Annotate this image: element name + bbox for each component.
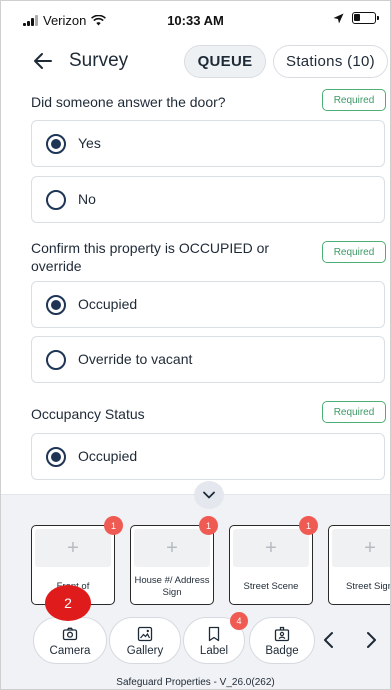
overlay-count-badge: 2 xyxy=(45,585,91,621)
option-label: Occupied xyxy=(78,448,138,464)
required-badge: Required xyxy=(322,89,386,111)
option-override-vacant[interactable]: Override to vacant xyxy=(31,336,385,383)
option-label: Yes xyxy=(78,135,101,151)
required-badge: Required xyxy=(322,401,386,423)
photo-placeholder: + xyxy=(332,529,390,567)
option-occupied[interactable]: Occupied xyxy=(31,281,385,328)
plus-icon: + xyxy=(364,537,376,559)
radio-selected-icon xyxy=(46,447,66,467)
gallery-button[interactable]: Gallery xyxy=(109,617,181,664)
photo-card-label: Street Sign xyxy=(346,581,391,592)
queue-button[interactable]: QUEUE xyxy=(184,45,266,78)
status-bar: Verizon 10:33 AM xyxy=(1,1,390,39)
question-occupancy-status: Occupancy Status xyxy=(31,406,145,422)
photo-placeholder: + xyxy=(35,529,111,567)
page-title: Survey xyxy=(69,50,129,71)
label-count-badge: 4 xyxy=(230,612,248,630)
radio-unselected-icon xyxy=(46,190,66,210)
photo-count-badge: 1 xyxy=(199,516,218,535)
plus-icon: + xyxy=(265,537,277,559)
photo-card-street-sign[interactable]: + Street Sign xyxy=(328,525,391,605)
label-button-label: Label xyxy=(199,645,229,657)
gallery-button-label: Gallery xyxy=(126,645,164,657)
photo-placeholder: + xyxy=(134,529,210,567)
gallery-icon xyxy=(137,626,153,642)
chevron-down-icon xyxy=(203,491,215,499)
chevron-left-icon[interactable] xyxy=(319,629,339,651)
camera-icon xyxy=(62,627,78,641)
photo-placeholder: + xyxy=(233,529,309,567)
radio-selected-icon xyxy=(46,134,66,154)
option-occupancy-occupied[interactable]: Occupied xyxy=(31,433,385,480)
option-no[interactable]: No xyxy=(31,176,385,223)
photo-card-address-sign[interactable]: + House #/ Address Sign xyxy=(130,525,214,605)
required-badge: Required xyxy=(322,241,386,263)
status-icons xyxy=(333,12,379,24)
radio-selected-icon xyxy=(46,295,66,315)
camera-button-label: Camera xyxy=(49,645,91,657)
badge-icon xyxy=(274,626,290,642)
plus-icon: + xyxy=(166,537,178,559)
option-label: Occupied xyxy=(78,296,138,312)
photo-card-label: House #/ Address Sign xyxy=(134,575,210,598)
radio-unselected-icon xyxy=(46,350,66,370)
clock: 10:33 AM xyxy=(167,13,224,28)
question-confirm-occupied: Confirm this property is OCCUPIED or ove… xyxy=(31,240,270,274)
plus-icon: + xyxy=(67,537,79,559)
battery-icon xyxy=(352,12,379,24)
option-label: No xyxy=(78,191,96,207)
app-header: Survey QUEUE Stations (10) xyxy=(1,41,390,81)
camera-button[interactable]: Camera xyxy=(33,617,107,664)
badge-button[interactable]: Badge xyxy=(249,617,315,664)
photo-card-label: Street Scene xyxy=(243,581,299,592)
version-footer: Safeguard Properties - V_26.0(262) xyxy=(116,677,275,688)
photo-count-badge: 1 xyxy=(104,516,123,535)
location-icon xyxy=(333,13,344,23)
photo-count-badge: 1 xyxy=(299,516,318,535)
label-icon xyxy=(208,626,220,642)
survey-screen: Verizon 10:33 AM Survey QUEUE Stations (… xyxy=(0,0,391,690)
chevron-right-icon[interactable] xyxy=(361,629,381,651)
option-yes[interactable]: Yes xyxy=(31,120,385,167)
question-answer-door: Did someone answer the door? xyxy=(31,94,226,110)
stations-button[interactable]: Stations (10) xyxy=(273,45,388,78)
badge-button-label: Badge xyxy=(265,645,299,657)
collapse-panel-button[interactable] xyxy=(194,481,224,509)
photo-card-street-scene[interactable]: + Street Scene xyxy=(229,525,313,605)
option-label: Override to vacant xyxy=(78,351,193,367)
back-arrow-icon[interactable] xyxy=(31,49,55,73)
